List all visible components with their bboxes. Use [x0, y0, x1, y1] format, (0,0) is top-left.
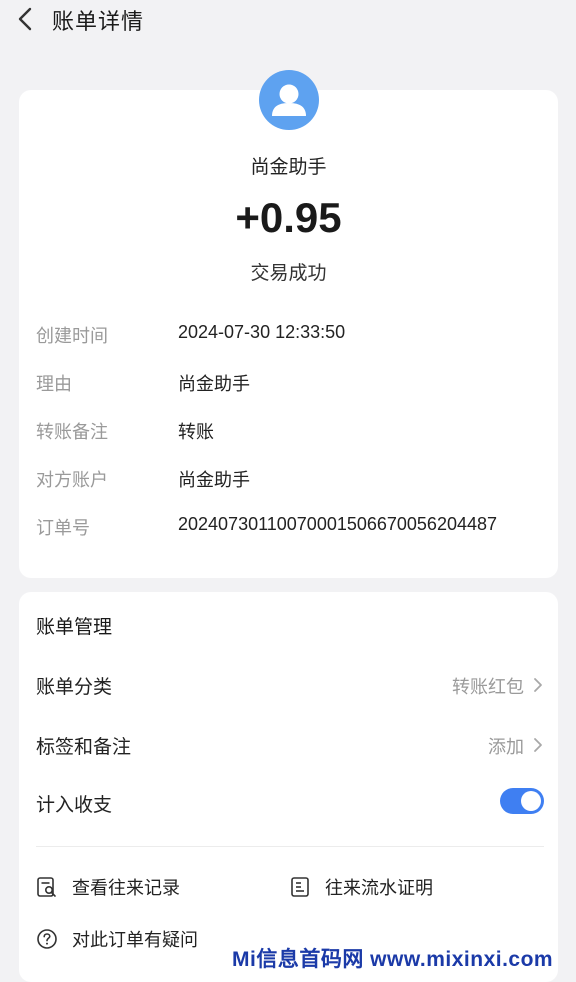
tags-notes-row[interactable]: 标签和备注 添加	[36, 732, 544, 764]
transaction-amount: +0.95	[235, 194, 342, 241]
payee-name: 尚金助手	[250, 156, 327, 178]
chevron-right-icon	[534, 738, 542, 752]
transaction-card: 尚金助手 +0.95 交易成功 创建时间 2024-07-30 12:33:50…	[19, 70, 558, 578]
detail-value: 2024-07-30 12:33:50	[178, 322, 346, 342]
view-history-label: 查看往来记录	[72, 878, 180, 899]
detail-value: 尚金助手	[178, 374, 250, 394]
detail-label: 理由	[36, 374, 72, 395]
tags-notes-label: 标签和备注	[36, 736, 132, 758]
detail-row-counterparty: 对方账户 尚金助手	[36, 466, 546, 496]
detail-label: 转账备注	[36, 422, 108, 443]
detail-label: 对方账户	[36, 470, 108, 491]
income-expense-row: 计入收支	[36, 788, 544, 822]
detail-row-reason: 理由 尚金助手	[36, 370, 546, 400]
order-number-value[interactable]: 20240730110070001506670056204487	[178, 514, 497, 535]
chevron-right-icon	[534, 678, 542, 692]
divider	[36, 846, 544, 847]
detail-label: 创建时间	[36, 326, 108, 347]
toggle-knob	[521, 791, 541, 811]
top-bar: 账单详情	[0, 0, 576, 40]
tags-notes-value: 添加	[488, 737, 524, 758]
detail-value: 尚金助手	[178, 470, 250, 490]
detail-row-transfer-note: 转账备注 转账	[36, 418, 546, 448]
page-title: 账单详情	[52, 10, 145, 35]
transaction-status: 交易成功	[250, 262, 327, 284]
detail-value: 转账	[178, 422, 214, 442]
question-circle-icon	[37, 929, 57, 949]
bill-category-row[interactable]: 账单分类 转账红包	[36, 672, 544, 704]
bill-management-title: 账单管理	[36, 616, 113, 638]
search-record-icon	[37, 877, 56, 897]
statement-proof-label: 往来流水证明	[325, 878, 433, 899]
document-icon	[291, 877, 309, 897]
site-watermark: Mi信息首码网 www.mixinxi.com	[232, 948, 554, 971]
bill-category-value: 转账红包	[452, 677, 524, 698]
back-chevron-icon[interactable]	[14, 4, 38, 34]
bill-management-card: 账单管理 账单分类 转账红包 标签和备注 添加 计入收支 查看往来记录 往来流水…	[19, 592, 558, 982]
income-expense-toggle[interactable]	[500, 788, 544, 814]
income-expense-label: 计入收支	[36, 794, 113, 816]
detail-row-order-number: 订单号 20240730110070001506670056204487	[36, 514, 546, 544]
user-avatar-icon	[259, 70, 319, 130]
order-question-label: 对此订单有疑问	[72, 930, 198, 951]
bill-category-label: 账单分类	[36, 676, 113, 698]
detail-row-created-time: 创建时间 2024-07-30 12:33:50	[36, 322, 546, 352]
detail-label: 订单号	[36, 518, 90, 539]
